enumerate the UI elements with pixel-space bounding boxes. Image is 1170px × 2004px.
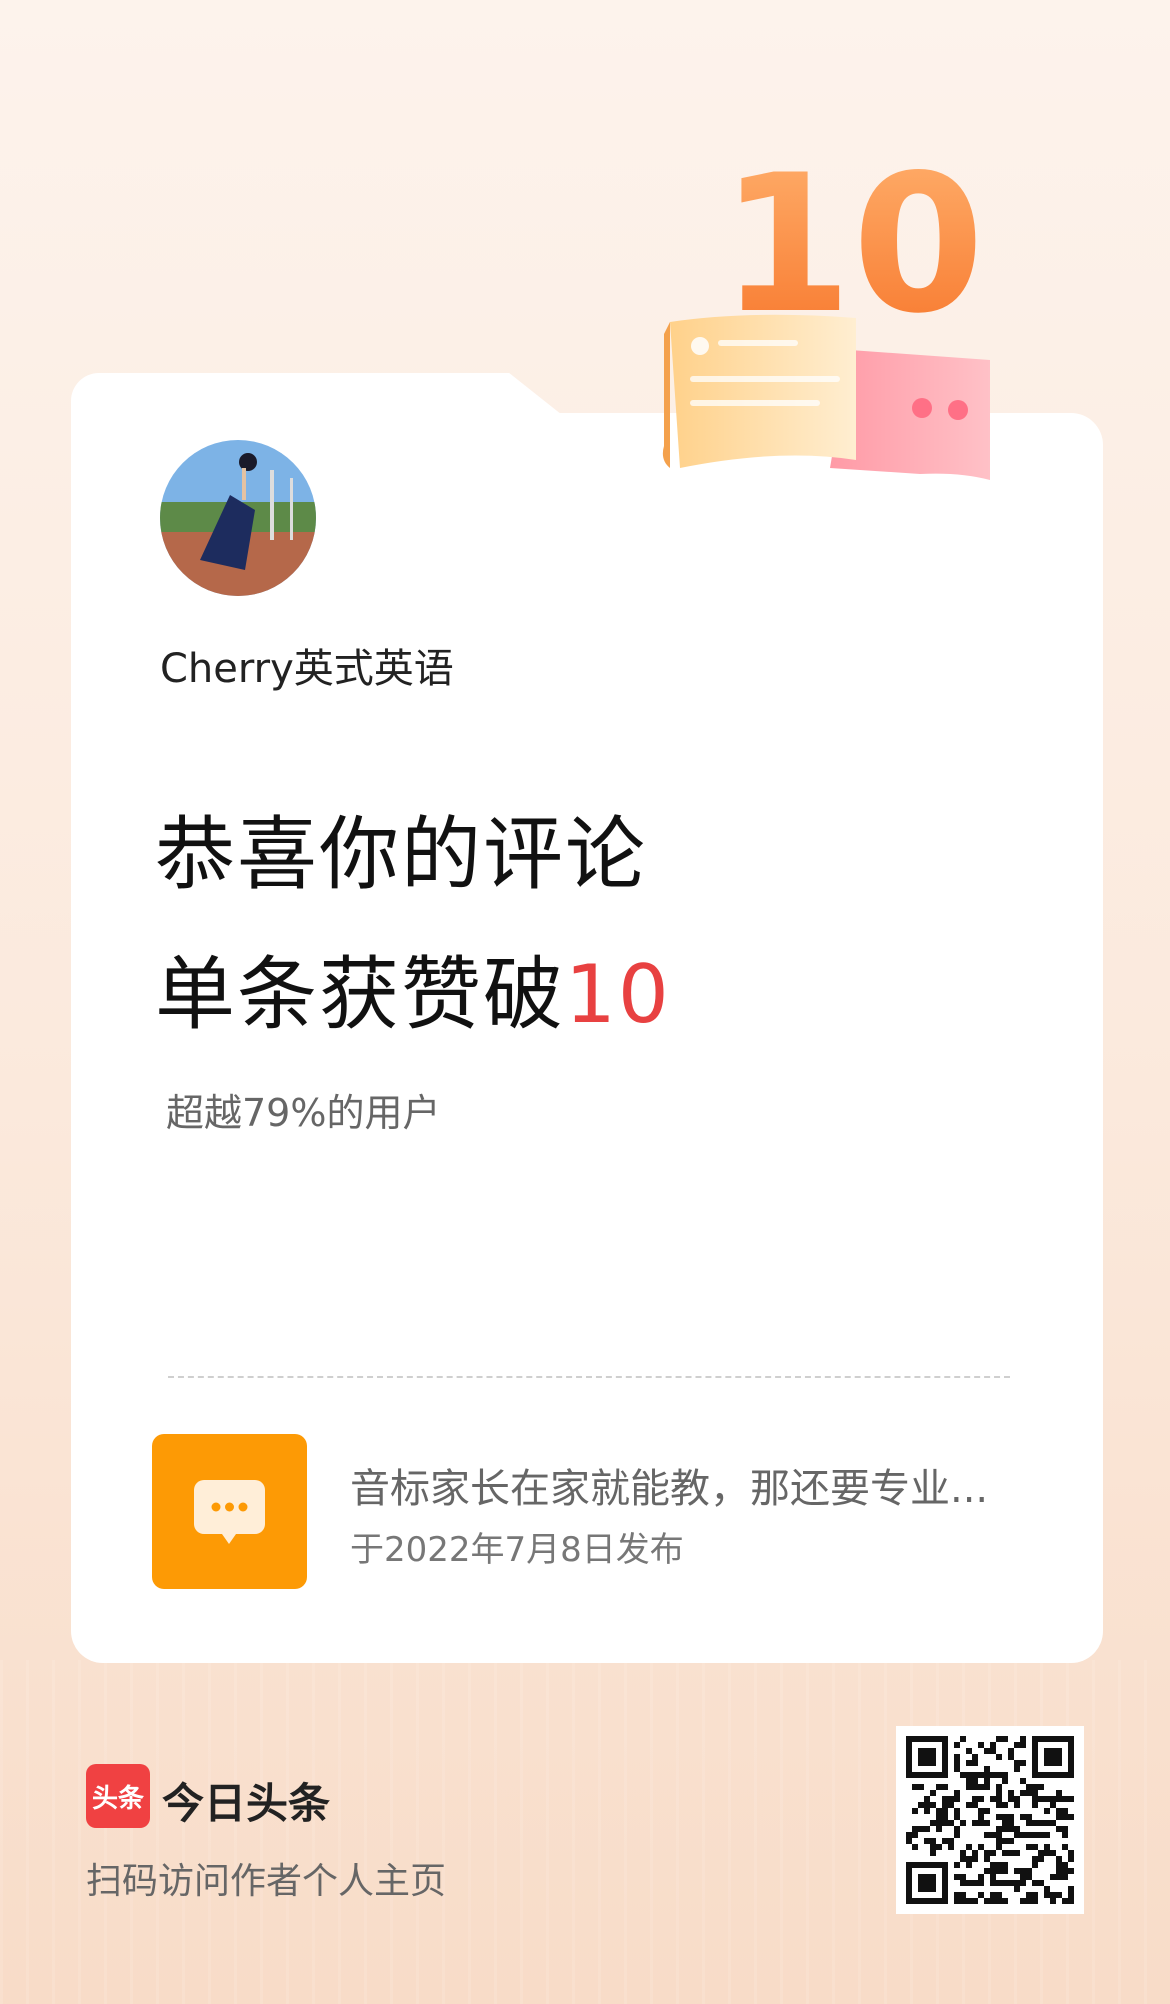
badge-ribbon-fold — [662, 322, 670, 468]
badge-line — [690, 376, 840, 382]
badge-line — [690, 400, 820, 406]
scan-hint: 扫码访问作者个人主页 — [86, 1861, 447, 1902]
qr-code[interactable] — [896, 1726, 1084, 1914]
badge-illustration: 10 — [662, 150, 990, 480]
dashed-divider — [168, 1376, 1010, 1378]
post-title[interactable]: 音标家长在家就能教，那还要专业... — [350, 1456, 1015, 1514]
avatar[interactable] — [160, 440, 316, 596]
username[interactable]: Cherry英式英语 — [160, 636, 454, 694]
toutiao-logo: 头条 — [86, 1764, 150, 1828]
comment-icon-tile[interactable] — [152, 1434, 307, 1589]
badge-avatar-dot — [691, 337, 709, 355]
headline-line2-text: 单条获赞破 — [155, 948, 565, 1041]
qr-pattern — [906, 1736, 1074, 1904]
headline-line1: 恭喜你的评论 — [155, 808, 647, 901]
post-date: 于2022年7月8日发布 — [350, 1530, 684, 1570]
headline-line2: 单条获赞破10 — [155, 930, 671, 1046]
app-name: 今日头条 — [162, 1779, 331, 1828]
headline-like-count: 10 — [565, 948, 671, 1041]
badge-line — [718, 340, 798, 346]
avatar-photo — [160, 440, 316, 596]
comment-icon — [194, 1480, 265, 1544]
badge-dot — [948, 400, 968, 420]
percentile-text: 超越79%的用户 — [166, 1091, 441, 1135]
badge-dot — [912, 398, 932, 418]
